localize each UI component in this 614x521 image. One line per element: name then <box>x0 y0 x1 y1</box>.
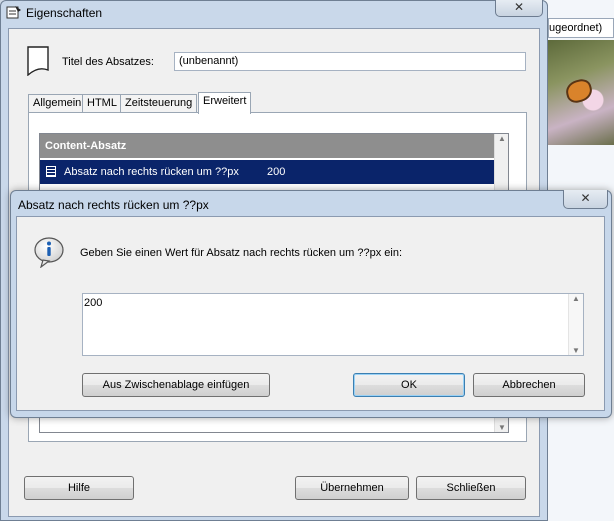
background-tab[interactable]: ugeordnet) <box>548 18 614 38</box>
paste-clipboard-button[interactable]: Aus Zwischenablage einfügen <box>82 373 270 397</box>
ok-button[interactable]: OK <box>353 373 465 397</box>
close-button[interactable]: Schließen <box>416 476 526 500</box>
tab-allgemein[interactable]: Allgemein <box>28 94 87 112</box>
property-value: 200 <box>267 166 286 178</box>
scroll-down-icon[interactable]: ▼ <box>569 346 583 355</box>
property-label: Absatz nach rechts rücken um ??px <box>64 166 239 178</box>
info-bubble-icon <box>34 237 64 268</box>
input-dialog-close-button[interactable]: ✕ <box>563 190 608 209</box>
apply-button[interactable]: Übernehmen <box>295 476 409 500</box>
scroll-up-icon[interactable]: ▲ <box>495 134 509 143</box>
window-title: Eigenschaften <box>26 6 103 20</box>
title-input[interactable]: (unbenannt) <box>174 52 526 71</box>
background-butterfly-image <box>548 40 614 145</box>
group-header: Content-Absatz <box>40 134 494 158</box>
tab-erweitert[interactable]: Erweitert <box>198 92 252 114</box>
list-item-icon <box>46 166 56 177</box>
tab-zeitsteuerung[interactable]: Zeitsteuerung <box>120 94 198 112</box>
value-scrollbar[interactable]: ▲ ▼ <box>568 294 583 355</box>
input-dialog-title: Absatz nach rechts rücken um ??px <box>18 198 209 212</box>
help-button[interactable]: Hilfe <box>24 476 134 500</box>
properties-icon <box>6 6 21 19</box>
document-icon <box>27 46 49 76</box>
input-prompt: Geben Sie einen Wert für Absatz nach rec… <box>80 247 403 259</box>
cancel-button[interactable]: Abbrechen <box>473 373 585 397</box>
title-label: Titel des Absatzes: <box>62 56 154 68</box>
scroll-down-icon[interactable]: ▼ <box>495 423 509 432</box>
value-input[interactable] <box>82 293 584 356</box>
tab-html[interactable]: HTML <box>82 94 122 112</box>
window-close-button[interactable]: ✕ <box>495 0 543 17</box>
value-input-text: 200 <box>84 297 103 309</box>
scroll-up-icon[interactable]: ▲ <box>569 294 583 303</box>
